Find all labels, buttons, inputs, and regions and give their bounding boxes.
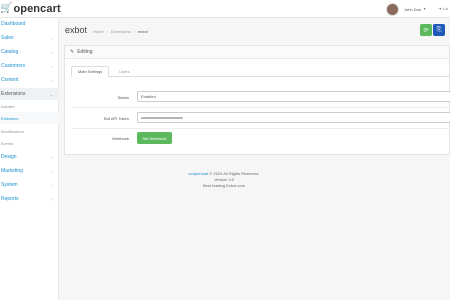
token-label: Bot API Token bbox=[103, 116, 129, 121]
sidebar-subitem-events[interactable]: Events bbox=[0, 137, 59, 149]
save-button[interactable]: ⟳ bbox=[420, 24, 432, 36]
sidebar-item-system[interactable]: System › bbox=[0, 179, 59, 191]
sidebar-item-label: Customers bbox=[1, 63, 26, 69]
divider bbox=[71, 128, 449, 129]
back-button[interactable]: ⎘ bbox=[433, 24, 445, 36]
sidebar-item-extensions[interactable]: Extensions ⌄ bbox=[0, 88, 59, 100]
footer-link[interactable]: exopencart bbox=[189, 171, 209, 176]
sidebar-subitem-installer[interactable]: Installer bbox=[0, 100, 59, 112]
opencart-logo[interactable]: 🛒 opencart bbox=[0, 1, 61, 17]
token-value: ••••••••••••••••••••••••••••••••••••••••… bbox=[141, 115, 183, 120]
chevron-right-icon: › bbox=[51, 77, 53, 83]
avatar bbox=[386, 2, 399, 16]
sidebar-item-dashboard[interactable]: Dashboard bbox=[0, 18, 59, 30]
sidebar-item-label: Marketing bbox=[1, 168, 23, 174]
bot-api-token-input[interactable]: ••••••••••••••••••••••••••••••••••••••••… bbox=[137, 112, 450, 123]
breadcrumb-extensions[interactable]: Extensions bbox=[111, 29, 131, 34]
divider bbox=[71, 107, 449, 108]
page-title: exbot bbox=[65, 25, 88, 35]
breadcrumb-home[interactable]: Home bbox=[93, 29, 104, 34]
reply-icon: ⎘ bbox=[436, 26, 442, 33]
footer: exopencart © 2024 All Rights Reserved. V… bbox=[59, 171, 389, 189]
status-select[interactable]: Enabled bbox=[137, 91, 450, 102]
sidebar-item-marketing[interactable]: Marketing › bbox=[0, 165, 59, 177]
tab-main-settings[interactable]: Main Settings bbox=[71, 66, 110, 77]
tab-bar: Main Settings Users bbox=[71, 66, 449, 77]
user-menu[interactable]: John Doe ▼ bbox=[386, 2, 426, 16]
sidebar-item-customers[interactable]: Customers › bbox=[0, 60, 59, 72]
status-label: Status bbox=[117, 95, 129, 100]
sidebar: Dashboard Sales › Catalog › Customers › … bbox=[0, 18, 59, 300]
status-value: Enabled bbox=[141, 94, 156, 99]
card-heading: ✎ Editing bbox=[65, 46, 449, 59]
shopping-cart-icon: 🛒 bbox=[0, 3, 13, 14]
breadcrumb-exbot[interactable]: exbot bbox=[138, 29, 148, 34]
chevron-right-icon: › bbox=[51, 49, 53, 55]
sidebar-subitem-label: Installer bbox=[1, 103, 16, 109]
breadcrumb-separator: › bbox=[133, 29, 135, 34]
chevron-right-icon: › bbox=[51, 168, 53, 174]
chevron-right-icon: › bbox=[51, 63, 53, 69]
status-row: Status Enabled bbox=[65, 91, 450, 103]
webhook-row: Webhook bbox=[65, 132, 450, 144]
sidebar-item-reports[interactable]: Reports › bbox=[0, 193, 59, 205]
token-row: Bot API Token ••••••••••••••••••••••••••… bbox=[65, 112, 450, 124]
sidebar-subitem-modifications[interactable]: Modifications bbox=[0, 125, 59, 137]
breadcrumb: Home › Extensions › exbot bbox=[93, 29, 148, 34]
sidebar-item-label: Extensions bbox=[1, 91, 26, 97]
sidebar-item-sales[interactable]: Sales › bbox=[0, 32, 59, 44]
caret-down-icon: ▼ bbox=[423, 7, 427, 11]
pencil-icon: ✎ bbox=[70, 49, 75, 55]
sidebar-item-catalog[interactable]: Catalog › bbox=[0, 46, 59, 58]
sidebar-item-label: Catalog bbox=[1, 49, 19, 55]
sidebar-item-label: Content bbox=[1, 77, 19, 83]
set-webhook-button[interactable]: Set Webhook bbox=[137, 132, 172, 144]
top-header: 🛒 opencart John Doe ▼ ⇥ Lo bbox=[0, 0, 450, 18]
sidebar-subitem-extension[interactable]: Extension bbox=[0, 112, 59, 124]
logout-link[interactable]: ⇥ Lo bbox=[438, 6, 448, 11]
chevron-right-icon: › bbox=[51, 154, 53, 160]
tab-users[interactable]: Users bbox=[113, 66, 135, 77]
hosting-line: Best hosting Exbot.com bbox=[202, 183, 246, 188]
card-heading-text: Editing bbox=[77, 49, 93, 55]
sign-out-icon: ⇥ bbox=[438, 6, 442, 11]
sidebar-subitem-label: Extension bbox=[1, 115, 19, 121]
chevron-down-icon: ⌄ bbox=[49, 91, 53, 97]
sidebar-item-label: System bbox=[1, 182, 18, 188]
tab-label: Users bbox=[119, 69, 130, 74]
user-name: John Doe bbox=[404, 6, 422, 12]
breadcrumb-separator: › bbox=[106, 29, 109, 34]
sidebar-item-label: Dashboard bbox=[1, 21, 26, 27]
webhook-label: Webhook bbox=[112, 136, 129, 141]
chevron-right-icon: › bbox=[51, 196, 53, 202]
logout-label: Lo bbox=[443, 6, 448, 11]
logo-text: opencart bbox=[13, 3, 61, 15]
copyright-text: © 2024 All Rights Reserved. bbox=[208, 171, 260, 176]
sidebar-item-label: Reports bbox=[1, 196, 19, 202]
sidebar-item-label: Design bbox=[1, 154, 17, 160]
sidebar-item-design[interactable]: Design › bbox=[0, 151, 59, 163]
chevron-right-icon: › bbox=[51, 35, 53, 41]
sidebar-item-label: Sales bbox=[1, 35, 14, 41]
tab-label: Main Settings bbox=[78, 69, 103, 74]
sidebar-subitem-label: Events bbox=[1, 140, 14, 146]
sidebar-subitem-label: Modifications bbox=[1, 128, 25, 134]
sidebar-item-content[interactable]: Content › bbox=[0, 74, 59, 86]
chevron-right-icon: › bbox=[51, 182, 53, 188]
edit-card: ✎ Editing Main Settings Users Status Ena… bbox=[64, 45, 450, 155]
save-icon: ⟳ bbox=[423, 27, 429, 34]
